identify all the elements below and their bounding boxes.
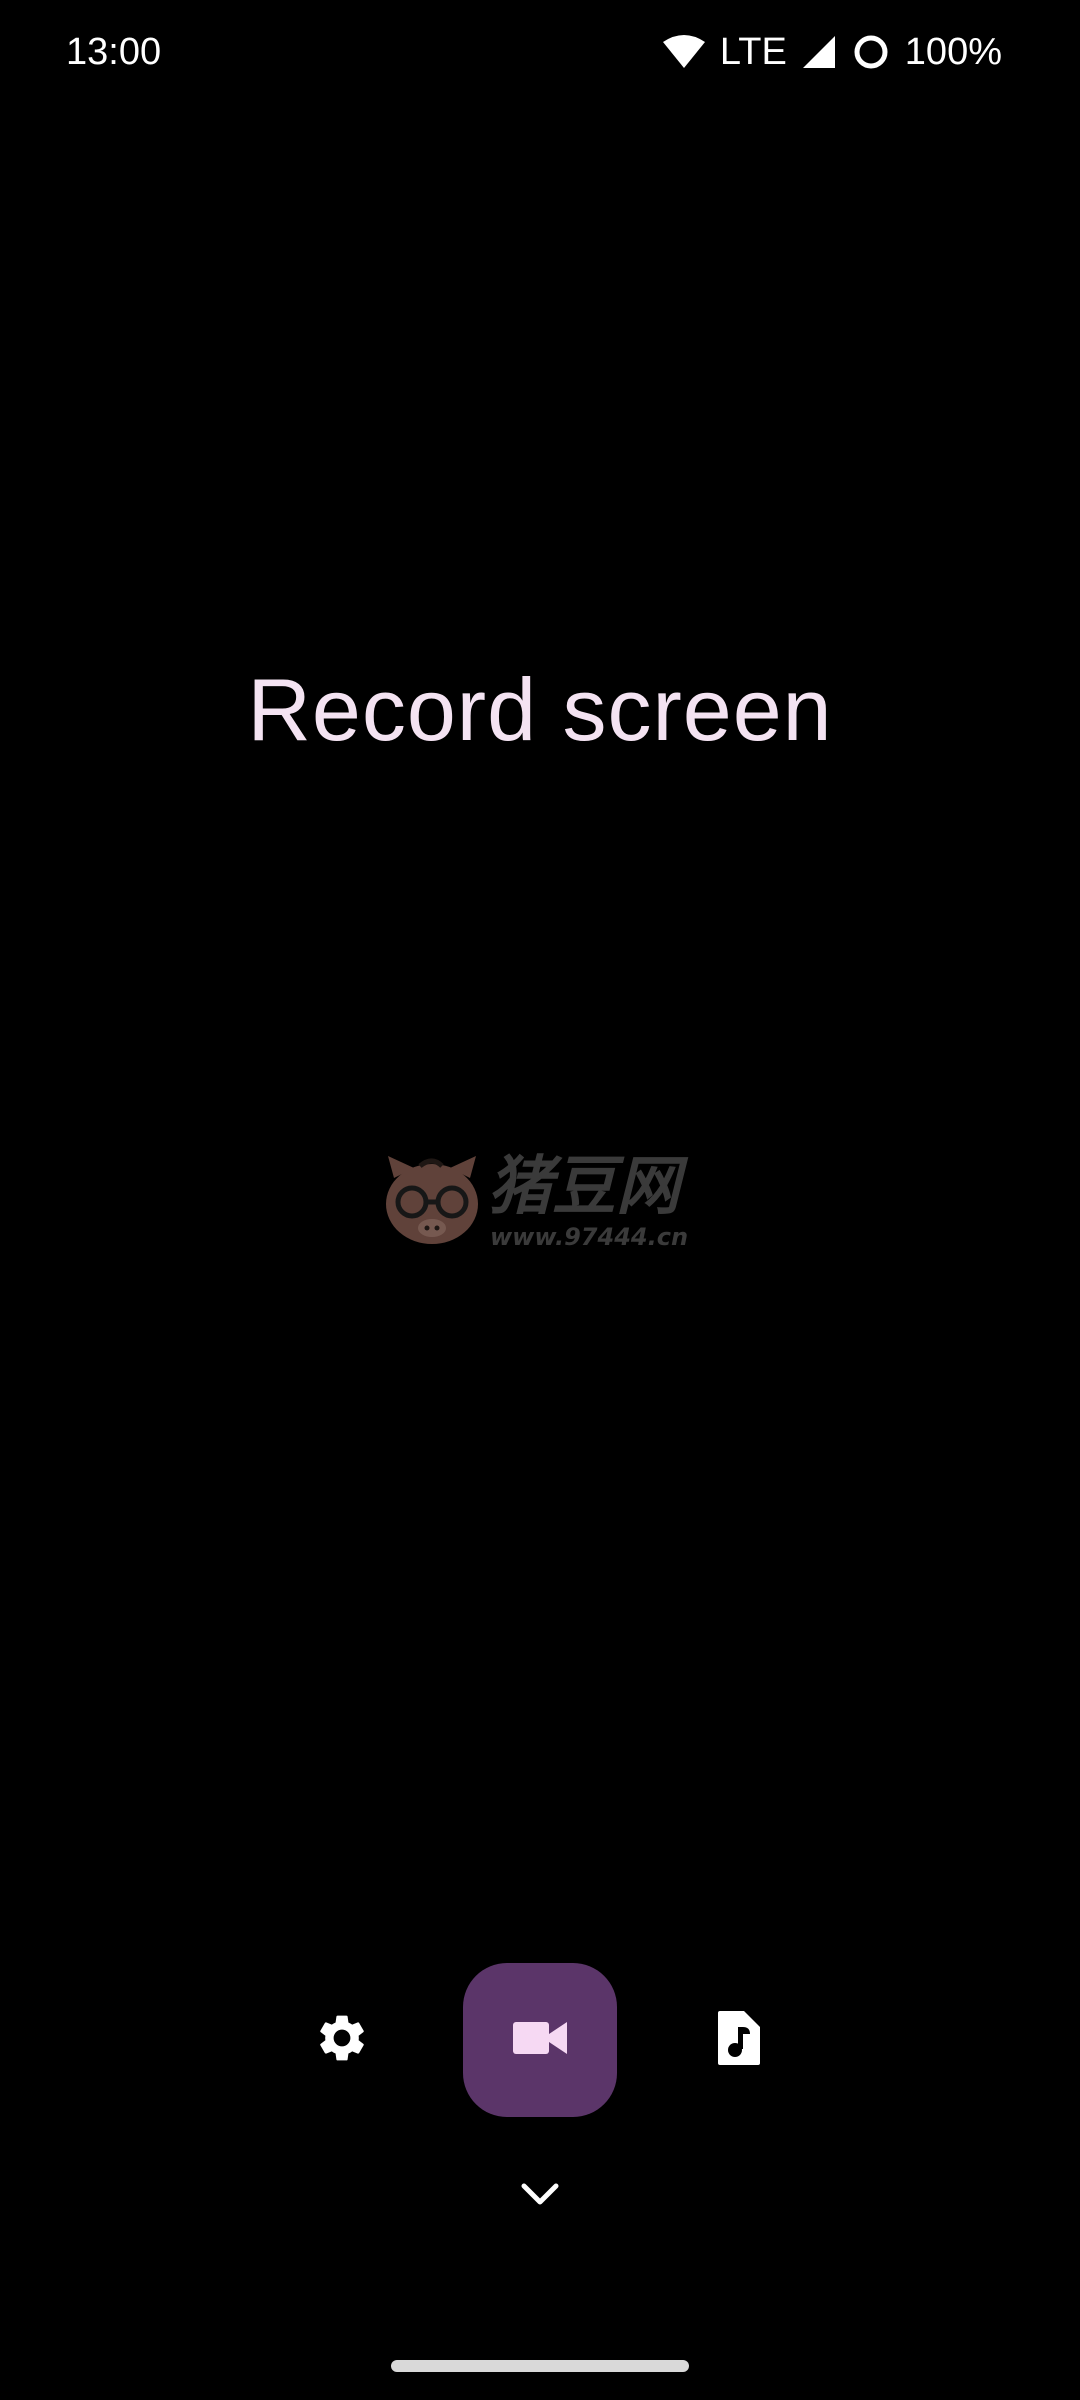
videocam-icon xyxy=(511,2018,569,2062)
audio-file-icon xyxy=(714,2009,762,2071)
pig-logo-icon xyxy=(380,1152,484,1252)
wifi-icon xyxy=(662,34,706,70)
status-time: 13:00 xyxy=(66,31,162,73)
status-indicators: LTE 100% xyxy=(662,26,1002,78)
network-type-label: LTE xyxy=(719,31,787,73)
screen-recorder-screen: 13:00 LTE 100% Record screen 猪豆网 www.974… xyxy=(0,0,1080,2400)
audio-source-button[interactable] xyxy=(698,2000,778,2080)
watermark-url: www.97444.cn xyxy=(490,1223,689,1251)
watermark-text: 猪豆网 xyxy=(488,1150,680,1224)
page-title: Record screen xyxy=(247,660,833,759)
expand-options-button[interactable] xyxy=(505,2170,575,2224)
signal-icon xyxy=(801,34,837,70)
chevron-down-icon xyxy=(520,2182,560,2212)
gear-icon xyxy=(314,2010,370,2070)
settings-button[interactable] xyxy=(302,2000,382,2080)
battery-saver-icon xyxy=(851,32,891,72)
watermark: 猪豆网 www.97444.cn xyxy=(380,1150,710,1260)
gesture-nav-handle[interactable] xyxy=(391,2360,689,2372)
status-bar: 13:00 LTE 100% xyxy=(0,0,1080,104)
start-recording-button[interactable] xyxy=(463,1963,617,2117)
battery-percent: 100% xyxy=(904,31,1002,73)
